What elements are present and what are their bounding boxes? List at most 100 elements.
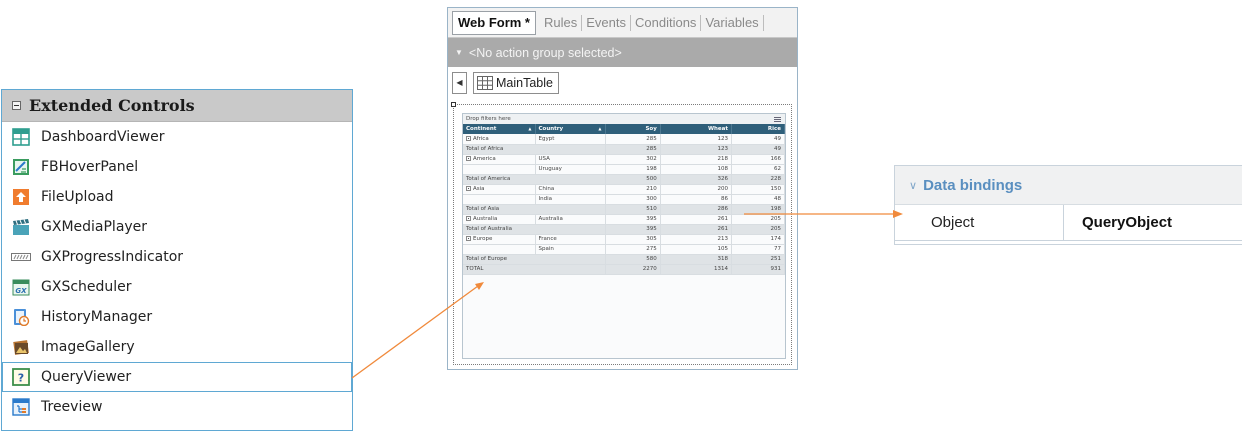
pivot-col-rice[interactable]: Rice — [731, 124, 785, 134]
pivot-rice-cell: 49 — [731, 134, 785, 145]
pivot-col-country[interactable]: Country ▲ — [535, 124, 606, 134]
pivot-continent-cell[interactable]: Australia — [463, 214, 536, 225]
collapse-icon[interactable] — [466, 135, 471, 141]
pivot-country-cell: India — [535, 194, 606, 205]
toolbox-item-label: FBHoverPanel — [41, 159, 139, 175]
pivot-soy-cell: 305 — [605, 234, 661, 245]
sort-up-icon: ▲ — [528, 126, 532, 131]
pivot-body: Africa Egypt 285 123 49 Total of Africa 285 123… — [463, 134, 785, 275]
pivot-soy-cell: 395 — [605, 224, 661, 235]
pivot-wheat-cell: 326 — [660, 174, 733, 185]
collapse-icon[interactable] — [466, 236, 471, 241]
extended-controls-header[interactable]: Extended Controls — [2, 90, 352, 122]
toolbox-item-gxscheduler[interactable]: GX GXScheduler — [2, 272, 352, 302]
drop-filters-zone[interactable]: Drop filters here — [463, 114, 785, 124]
tree-icon — [11, 397, 31, 417]
toolbox-item-label: ImageGallery — [41, 339, 135, 355]
collapse-icon[interactable] — [466, 156, 471, 161]
toolbox-item-fileupload[interactable]: FileUpload — [2, 182, 352, 212]
drop-filters-label: Drop filters here — [466, 116, 511, 122]
pivot-col-continent[interactable]: Continent ▲ — [463, 124, 536, 134]
pivot-data-row: Uruguay 198 108 62 — [463, 164, 785, 175]
toolbox-item-treeview[interactable]: Treeview — [2, 392, 352, 422]
toolbox-item-imagegallery[interactable]: ImageGallery — [2, 332, 352, 362]
pivot-country-cell: China — [535, 184, 606, 195]
tab-variables[interactable]: Variables — [701, 14, 764, 31]
pivot-country-cell: Australia — [535, 214, 606, 225]
pivot-country-cell: USA — [535, 154, 606, 165]
pivot-col-wheat[interactable]: Wheat — [660, 124, 733, 134]
resize-handle[interactable] — [451, 102, 456, 107]
pivot-soy-cell: 2270 — [605, 264, 661, 275]
pivot-rice-cell: 174 — [731, 234, 785, 245]
pivot-rice-cell: 228 — [731, 174, 785, 185]
web-form-designer: Web Form * Rules Events Conditions Varia… — [447, 7, 798, 370]
pivot-continent-cell[interactable]: Europe — [463, 234, 536, 245]
properties-panel: ∨ Data bindings Object QueryObject — [894, 165, 1242, 245]
pivot-continent-cell[interactable]: Asia — [463, 184, 536, 195]
pivot-country-cell: Uruguay — [535, 164, 606, 175]
extended-controls-title: Extended Controls — [29, 96, 195, 115]
pivot-wheat-cell: 123 — [660, 134, 733, 145]
pivot-rice-cell: 205 — [731, 214, 785, 225]
pivot-rice-cell: 251 — [731, 254, 785, 265]
pivot-total-row: TOTAL 2270 1314 931 — [463, 264, 785, 275]
menu-icon[interactable] — [774, 117, 781, 122]
editor-tabs: Web Form * Rules Events Conditions Varia… — [448, 8, 797, 38]
pivot-rice-cell: 49 — [731, 144, 785, 155]
pivot-soy-cell: 285 — [605, 134, 661, 145]
property-value[interactable]: QueryObject — [1064, 205, 1242, 240]
action-group-label: <No action group selected> — [468, 45, 622, 60]
pivot-continent-cell[interactable]: Africa — [463, 134, 536, 145]
toolbox-item-gxprogressindicator[interactable]: GXProgressIndicator — [2, 242, 352, 272]
back-arrow-icon[interactable]: ◀ — [452, 71, 467, 94]
toolbox-item-queryviewer[interactable]: ? QueryViewer — [2, 362, 352, 392]
pivot-soy-cell: 198 — [605, 164, 661, 175]
pivot-wheat-cell: 261 — [660, 214, 733, 225]
pivot-continent-cell[interactable]: America — [463, 154, 536, 165]
toolbox-item-label: GXScheduler — [41, 279, 132, 295]
pivot-wheat-cell: 218 — [660, 154, 733, 165]
toolbox-item-historymanager[interactable]: HistoryManager — [2, 302, 352, 332]
data-bindings-group[interactable]: ∨ Data bindings — [895, 166, 1242, 205]
tab-events[interactable]: Events — [582, 14, 631, 31]
toolbox-item-label: GXMediaPlayer — [41, 219, 148, 235]
svg-text:?: ? — [18, 372, 24, 385]
query-viewer-pivot[interactable]: Drop filters here Continent ▲ Country ▲ So… — [462, 113, 786, 359]
breadcrumb-label: MainTable — [496, 75, 553, 90]
tab-web-form[interactable]: Web Form * — [452, 10, 536, 35]
collapse-icon[interactable] — [12, 101, 21, 110]
caret-down-icon[interactable]: ▼ — [455, 48, 463, 57]
pivot-total-label: Total of Africa — [463, 144, 606, 155]
pivot-wheat-cell: 213 — [660, 234, 733, 245]
pivot-soy-cell: 395 — [605, 214, 661, 225]
collapse-icon[interactable] — [466, 186, 471, 191]
toolbox-item-label: GXProgressIndicator — [41, 249, 184, 265]
gallery-icon — [11, 337, 31, 357]
pivot-soy-cell: 510 — [605, 204, 661, 215]
hover-panel-icon — [11, 157, 31, 177]
property-row-object[interactable]: Object QueryObject — [895, 205, 1242, 241]
tab-rules[interactable]: Rules — [540, 14, 583, 31]
pivot-soy-cell: 500 — [605, 174, 661, 185]
calendar-icon: GX — [11, 277, 31, 297]
form-canvas[interactable]: Drop filters here Continent ▲ Country ▲ So… — [451, 102, 792, 365]
pivot-wheat-cell: 318 — [660, 254, 733, 265]
tab-conditions[interactable]: Conditions — [631, 14, 702, 31]
pivot-rice-cell: 62 — [731, 164, 785, 175]
pivot-wheat-cell: 1314 — [660, 264, 733, 275]
toolbox-item-gxmediaplayer[interactable]: GXMediaPlayer — [2, 212, 352, 242]
toolbox-item-dashboardviewer[interactable]: DashboardViewer — [2, 122, 352, 152]
pivot-header-row: Continent ▲ Country ▲ Soy Wheat Rice — [463, 124, 785, 134]
pivot-rice-cell: 77 — [731, 244, 785, 255]
collapse-icon[interactable] — [466, 216, 471, 221]
pivot-col-soy[interactable]: Soy — [605, 124, 661, 134]
pivot-table: Continent ▲ Country ▲ Soy Wheat Rice Afric… — [463, 124, 785, 275]
pivot-continent-label: Europe — [473, 236, 493, 242]
chevron-down-icon[interactable]: ∨ — [909, 179, 917, 192]
dashboard-icon — [11, 127, 31, 147]
toolbox-item-fbhoverpanel[interactable]: FBHoverPanel — [2, 152, 352, 182]
action-group-bar[interactable]: ▼ <No action group selected> — [448, 38, 797, 67]
pivot-data-row: Australia Australia 395 261 205 — [463, 214, 785, 225]
breadcrumb-maintable[interactable]: MainTable — [473, 71, 559, 94]
